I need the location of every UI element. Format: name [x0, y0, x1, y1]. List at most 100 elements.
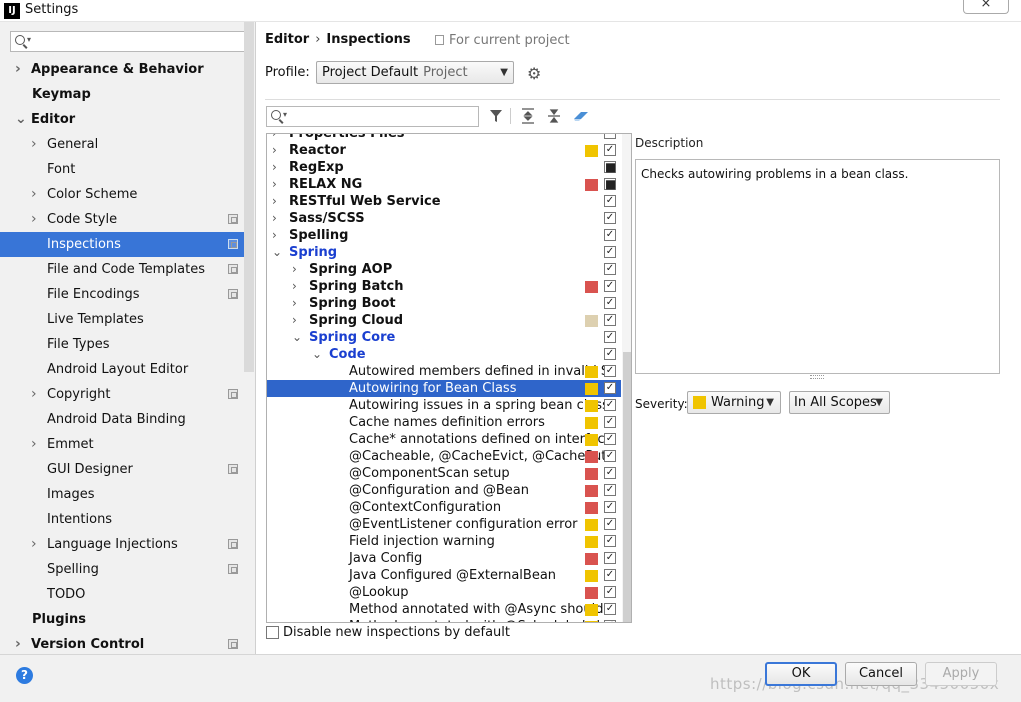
inspection-row[interactable]: Autowiring for Bean Class ✓ — [267, 380, 621, 397]
inspection-enabled-checkbox[interactable]: ✓ — [604, 399, 616, 411]
sidebar-item[interactable]: › Copyright — [0, 382, 244, 407]
inspection-row[interactable]: Autowired members defined in invalid S ✓ — [267, 363, 621, 380]
ok-button[interactable]: OK — [765, 662, 837, 686]
inspection-row[interactable]: › RegExp ■ — [267, 159, 621, 176]
help-button[interactable]: ? — [16, 667, 33, 684]
inspection-row[interactable]: › Spring AOP ✓ — [267, 261, 621, 278]
inspection-enabled-checkbox[interactable]: ■ — [604, 161, 616, 173]
settings-search-input[interactable]: ▾ — [10, 31, 248, 52]
inspection-enabled-checkbox[interactable]: ✓ — [604, 314, 616, 326]
filter-icon[interactable] — [489, 109, 503, 123]
chevron-right-icon[interactable]: › — [31, 207, 37, 232]
inspection-row[interactable]: ⌄ Spring Core ✓ — [267, 329, 621, 346]
sidebar-item[interactable]: File and Code Templates — [0, 257, 244, 282]
inspection-row[interactable]: ⌄ Code ✓ — [267, 346, 621, 363]
inspection-row[interactable]: › Spring Cloud ✓ — [267, 312, 621, 329]
inspection-row[interactable]: @ComponentScan setup ✓ — [267, 465, 621, 482]
inspection-enabled-checkbox[interactable]: ✓ — [604, 365, 616, 377]
chevron-right-icon[interactable]: › — [272, 210, 282, 227]
disable-new-inspections-label[interactable]: Disable new inspections by default — [283, 625, 510, 640]
chevron-right-icon[interactable]: › — [272, 142, 282, 159]
chevron-right-icon[interactable]: › — [292, 295, 302, 312]
inspection-enabled-checkbox[interactable]: ✓ — [604, 195, 616, 207]
chevron-down-icon[interactable]: ⌄ — [292, 329, 302, 346]
inspection-row[interactable]: @ContextConfiguration ✓ — [267, 499, 621, 516]
inspection-enabled-checkbox[interactable]: ✓ — [604, 297, 616, 309]
inspection-enabled-checkbox[interactable]: ✓ — [604, 467, 616, 479]
chevron-right-icon[interactable]: › — [272, 193, 282, 210]
inspections-search-input[interactable]: ▾ — [266, 106, 479, 127]
inspection-row[interactable]: › Sass/SCSS ✓ — [267, 210, 621, 227]
inspection-enabled-checkbox[interactable]: ✓ — [604, 433, 616, 445]
chevron-down-icon[interactable]: ⌄ — [272, 244, 282, 261]
inspection-enabled-checkbox[interactable]: ■ — [604, 178, 616, 190]
sidebar-item[interactable]: Android Data Binding — [0, 407, 244, 432]
reset-eraser-icon[interactable] — [573, 110, 589, 122]
chevron-right-icon[interactable]: › — [292, 312, 302, 329]
inspection-enabled-checkbox[interactable]: ✓ — [604, 518, 616, 530]
expand-all-icon[interactable] — [521, 108, 535, 124]
inspection-enabled-checkbox[interactable]: ✓ — [604, 569, 616, 581]
inspection-enabled-checkbox[interactable]: ✓ — [604, 246, 616, 258]
search-history-dropdown-icon[interactable]: ▾ — [27, 35, 31, 44]
inspection-row[interactable]: › Spring Batch ✓ — [267, 278, 621, 295]
sidebar-item[interactable]: › General — [0, 132, 244, 157]
inspection-enabled-checkbox[interactable]: ✓ — [604, 450, 616, 462]
breadcrumb-editor[interactable]: Editor — [265, 32, 309, 47]
disable-new-inspections-checkbox[interactable] — [266, 626, 279, 639]
cancel-button[interactable]: Cancel — [845, 662, 917, 686]
inspection-row[interactable]: › Spring Boot ✓ — [267, 295, 621, 312]
chevron-right-icon[interactable]: › — [15, 57, 21, 82]
sidebar-item[interactable]: TODO — [0, 582, 244, 607]
chevron-right-icon[interactable]: › — [31, 532, 37, 557]
inspection-row[interactable]: › Properties Files ✓ — [267, 134, 621, 142]
chevron-right-icon[interactable]: › — [272, 176, 282, 193]
inspection-row[interactable]: ⌄ Spring ✓ — [267, 244, 621, 261]
sidebar-item[interactable]: Plugins — [0, 607, 244, 632]
inspection-row[interactable]: Java Config ✓ — [267, 550, 621, 567]
inspection-enabled-checkbox[interactable]: ✓ — [604, 484, 616, 496]
sidebar-item[interactable]: File Types — [0, 332, 244, 357]
sidebar-item[interactable]: Images — [0, 482, 244, 507]
sidebar-item[interactable]: › Color Scheme — [0, 182, 244, 207]
inspection-enabled-checkbox[interactable]: ✓ — [604, 331, 616, 343]
profile-dropdown[interactable]: Project Default Project ▼ — [316, 61, 514, 84]
chevron-down-icon[interactable]: ⌄ — [312, 346, 322, 363]
chevron-right-icon[interactable]: › — [292, 261, 302, 278]
tree-scrollbar-thumb[interactable] — [623, 352, 631, 622]
inspection-enabled-checkbox[interactable]: ✓ — [604, 603, 616, 615]
sidebar-item[interactable]: › Code Style — [0, 207, 244, 232]
inspection-enabled-checkbox[interactable]: ✓ — [604, 501, 616, 513]
sidebar-item[interactable]: Live Templates — [0, 307, 244, 332]
inspection-row[interactable]: @Lookup ✓ — [267, 584, 621, 601]
inspection-row[interactable]: Cache names definition errors ✓ — [267, 414, 621, 431]
inspection-row[interactable]: › Reactor ✓ — [267, 142, 621, 159]
scope-dropdown[interactable]: In All Scopes ▼ — [789, 391, 890, 414]
sidebar-item[interactable]: GUI Designer — [0, 457, 244, 482]
chevron-right-icon[interactable]: › — [272, 134, 282, 142]
sidebar-item[interactable]: ⌄ Editor — [0, 107, 244, 132]
inspection-row[interactable]: Cache* annotations defined on interface ✓ — [267, 431, 621, 448]
inspection-row[interactable]: @EventListener configuration error ✓ — [267, 516, 621, 533]
inspection-row[interactable]: @Cacheable, @CacheEvict, @CachePut, ✓ — [267, 448, 621, 465]
inspection-enabled-checkbox[interactable]: ✓ — [604, 212, 616, 224]
sidebar-item[interactable]: › Language Injections — [0, 532, 244, 557]
sidebar-item[interactable]: Intentions — [0, 507, 244, 532]
inspection-row[interactable]: @Configuration and @Bean ✓ — [267, 482, 621, 499]
inspection-row[interactable]: Field injection warning ✓ — [267, 533, 621, 550]
collapse-all-icon[interactable] — [547, 108, 561, 124]
inspection-enabled-checkbox[interactable]: ✓ — [604, 552, 616, 564]
gear-icon[interactable]: ⚙ — [527, 64, 541, 83]
inspection-enabled-checkbox[interactable]: ✓ — [604, 348, 616, 360]
sidebar-item[interactable]: Android Layout Editor — [0, 357, 244, 382]
inspection-enabled-checkbox[interactable]: ✓ — [604, 134, 616, 139]
inspection-row[interactable]: › Spelling ✓ — [267, 227, 621, 244]
sidebar-item[interactable]: Inspections — [0, 232, 244, 257]
chevron-right-icon[interactable]: › — [31, 432, 37, 457]
inspection-row[interactable]: Java Configured @ExternalBean ✓ — [267, 567, 621, 584]
severity-dropdown[interactable]: Warning ▼ — [687, 391, 781, 414]
inspection-enabled-checkbox[interactable]: ✓ — [604, 280, 616, 292]
sidebar-item[interactable]: Font — [0, 157, 244, 182]
chevron-right-icon[interactable]: › — [31, 382, 37, 407]
inspection-enabled-checkbox[interactable]: ✓ — [604, 382, 616, 394]
